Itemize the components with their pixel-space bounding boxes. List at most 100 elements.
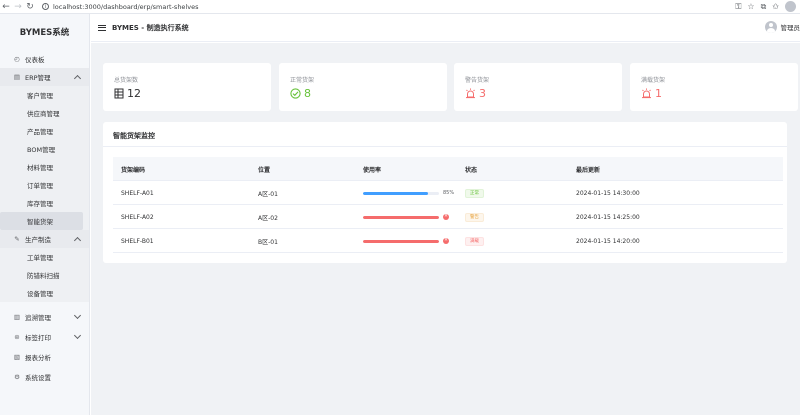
- top-header: BYMES - 制造执行系统 管理员: [91, 14, 800, 42]
- sidebar-item-label-print[interactable]: ⊜ 标签打印: [0, 328, 89, 346]
- shelf-table: 货架编码 位置 使用率 状态 最后更新 SHELF-A01 A区-01 85%: [113, 157, 783, 253]
- table-row[interactable]: SHELF-B01 B区-01 ✕ 满载 2024-01-15 14:20:00: [113, 229, 783, 253]
- sidebar-item-traceability[interactable]: ▥ 追溯管理: [0, 308, 89, 326]
- exception-icon: ✕: [443, 237, 449, 244]
- app-logo: BYMES系统: [19, 28, 70, 38]
- user-menu[interactable]: 管理员: [764, 21, 800, 33]
- column-header-updated[interactable]: 最后更新: [576, 157, 600, 181]
- panel-title: 智能货架监控: [113, 132, 155, 140]
- main-content: 总货架数 12 正常货架 8 警告货架 3 满载货架 1 智能货架监控 货架编码…: [91, 43, 800, 415]
- table-row[interactable]: SHELF-A02 A区-02 ✕ 警告 2024-01-15 14:25:00: [113, 205, 783, 229]
- shelf-code: SHELF-B01: [121, 237, 154, 245]
- sidebar-item-inventory[interactable]: 库存管理: [0, 194, 89, 212]
- sidebar-item-materials[interactable]: 材料管理: [0, 158, 89, 176]
- stat-label: 正常货架: [290, 77, 315, 84]
- back-icon[interactable]: ←: [0, 1, 12, 13]
- usage-percent: 85%: [443, 190, 455, 196]
- column-header-status[interactable]: 状态: [465, 157, 477, 181]
- sidebar-item-work-orders[interactable]: 工单管理: [0, 248, 89, 266]
- column-header-code[interactable]: 货架编码: [121, 157, 145, 181]
- sidebar-item-smart-shelves[interactable]: 智能货架: [0, 212, 83, 230]
- column-header-usage[interactable]: 使用率: [363, 157, 381, 181]
- shelf-code: SHELF-A02: [121, 213, 154, 221]
- sidebar-item-label: 系统设置: [25, 374, 51, 382]
- usage-progress-bar: [363, 239, 439, 243]
- key-icon[interactable]: ⚿: [735, 2, 741, 12]
- status-badge: 正常: [465, 188, 484, 198]
- avatar[interactable]: [764, 21, 777, 33]
- extensions-icon[interactable]: ⧉: [761, 2, 767, 12]
- sidebar-item-production[interactable]: ✎ 生产制造: [0, 230, 89, 248]
- status-badge: 满载: [465, 236, 484, 246]
- page-title: BYMES - 制造执行系统: [112, 23, 189, 32]
- usage-progress-bar: [363, 191, 439, 195]
- chevron-up-icon: [73, 74, 82, 83]
- stat-label: 警告货架: [465, 77, 490, 84]
- usage-progress-fill: [363, 239, 439, 243]
- sidebar-item-products[interactable]: 产品管理: [0, 122, 89, 140]
- stat-value: 3: [465, 87, 486, 100]
- stat-card-warning: 警告货架 3: [454, 63, 622, 111]
- exception-icon: ✕: [443, 213, 449, 220]
- menu-toggle-icon[interactable]: [98, 24, 106, 31]
- stat-card-full: 满载货架 1: [630, 63, 798, 111]
- shelf-location: A区-01: [258, 190, 278, 198]
- sidebar-item-erp[interactable]: ▤ ERP管理: [0, 68, 89, 86]
- user-name[interactable]: 管理员: [781, 22, 800, 32]
- chevron-up-icon: [73, 236, 82, 245]
- usage-progress-bar: [363, 215, 439, 219]
- alarm-icon: [465, 88, 476, 99]
- browser-toolbar: ← → ↻ i localhost:3000/dashboard/erp/sma…: [0, 0, 800, 14]
- chevron-down-icon: [73, 311, 82, 320]
- address-bar[interactable]: i localhost:3000/dashboard/erp/smart-she…: [42, 3, 198, 11]
- sidebar-item-customers[interactable]: 客户管理: [0, 86, 89, 104]
- last-updated: 2024-01-15 14:25:00: [576, 213, 640, 221]
- stat-card-total: 总货架数 12: [103, 63, 271, 111]
- stat-value: 8: [290, 87, 311, 100]
- sidebar-item-equipment[interactable]: 设备管理: [0, 284, 89, 302]
- usage-progress-fill: [363, 191, 428, 195]
- grid-icon: [114, 88, 124, 99]
- trace-icon: ▥: [13, 313, 21, 321]
- usage-cell: 85%: [363, 181, 454, 205]
- stat-label: 满载货架: [641, 77, 666, 84]
- sidebar-item-orders[interactable]: 订单管理: [0, 176, 89, 194]
- address-text[interactable]: localhost:3000/dashboard/erp/smart-shelv…: [53, 3, 198, 11]
- reload-icon[interactable]: ↻: [24, 1, 36, 13]
- last-updated: 2024-01-15 14:30:00: [576, 189, 640, 197]
- sidebar-item-dashboard[interactable]: ◴ 仪表板: [0, 50, 89, 68]
- print-icon: ⊜: [14, 333, 20, 341]
- shelf-monitor-panel: 智能货架监控 货架编码 位置 使用率 状态 最后更新 SHELF-A01 A区-…: [103, 122, 787, 263]
- stat-value: 1: [641, 87, 662, 100]
- shelf-location: A区-02: [258, 214, 278, 222]
- gear-icon: ⚙: [14, 373, 20, 381]
- column-header-location[interactable]: 位置: [258, 157, 270, 181]
- sidebar-item-suppliers[interactable]: 供应商管理: [0, 104, 89, 122]
- stat-number: 3: [479, 87, 486, 100]
- usage-progress-fill: [363, 215, 439, 219]
- favorites-icon[interactable]: ✩: [772, 2, 779, 11]
- status-cell: 警告: [465, 205, 484, 229]
- star-icon[interactable]: ☆: [747, 2, 754, 11]
- sidebar-item-reports[interactable]: ▧ 报表分析: [0, 348, 89, 366]
- alarm-icon: [641, 88, 652, 99]
- site-info-icon[interactable]: i: [42, 3, 49, 10]
- erp-icon: ▤: [13, 73, 21, 81]
- table-row[interactable]: SHELF-A01 A区-01 85% 正常 2024-01-15 14:30:…: [113, 181, 783, 205]
- check-circle-icon: [290, 88, 301, 99]
- forward-icon[interactable]: →: [12, 1, 24, 13]
- last-updated: 2024-01-15 14:20:00: [576, 237, 640, 245]
- stat-card-normal: 正常货架 8: [279, 63, 447, 111]
- chevron-down-icon: [73, 331, 82, 340]
- sidebar-item-settings[interactable]: ⚙ 系统设置: [0, 368, 89, 386]
- profile-avatar[interactable]: [785, 1, 796, 12]
- status-cell: 满载: [465, 229, 484, 253]
- wrench-icon: ✎: [14, 235, 20, 243]
- stat-value: 12: [114, 87, 141, 100]
- stat-number: 8: [304, 87, 311, 100]
- shelf-location: B区-01: [258, 238, 278, 246]
- sidebar-item-bom[interactable]: BOM管理: [0, 140, 89, 158]
- stat-number: 12: [127, 87, 141, 100]
- sidebar-item-error-proof-scan[interactable]: 防错料扫描: [0, 266, 89, 284]
- sidebar-item-label: 仪表板: [25, 56, 45, 64]
